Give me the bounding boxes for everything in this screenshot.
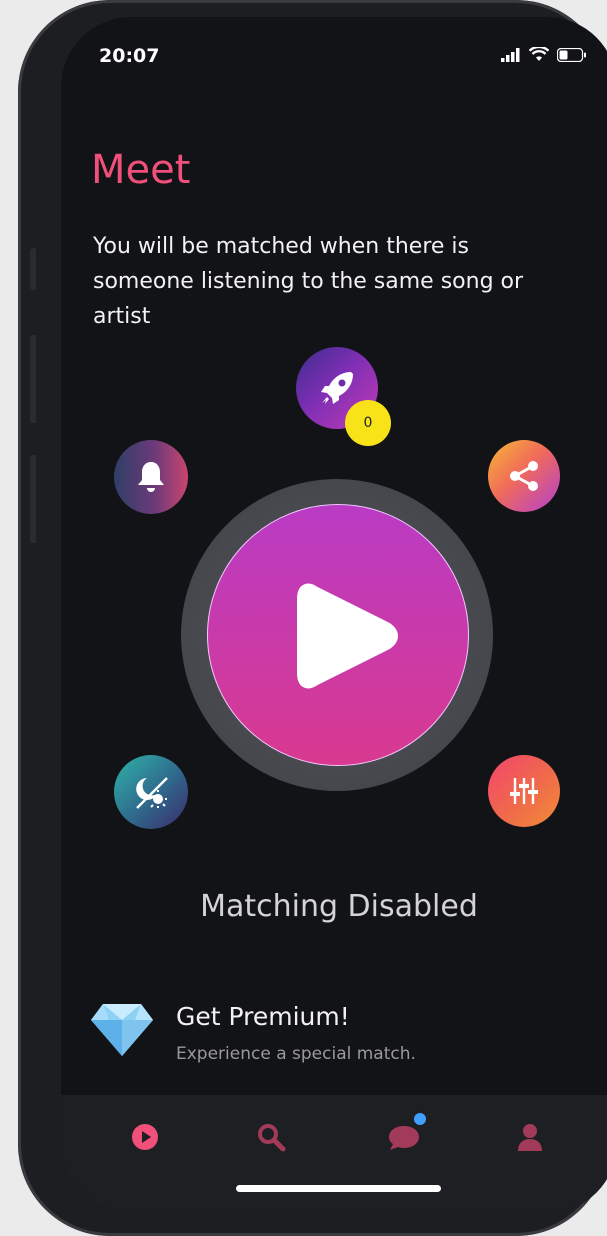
bell-icon [138,462,164,492]
cellular-signal-icon [501,47,520,62]
status-icons [501,47,587,62]
mute-switch [30,248,36,290]
notifications-button[interactable] [114,440,188,514]
volume-down-button [30,455,36,543]
search-icon [258,1124,286,1152]
matching-status-text: Matching Disabled [200,889,478,924]
diamond-icon [91,1004,153,1056]
tab-search[interactable] [249,1115,293,1159]
wifi-icon [529,47,549,61]
page-title: Meet [91,147,191,193]
tab-messages[interactable] [382,1111,428,1159]
premium-promo[interactable] [89,1002,155,1062]
sliders-icon [510,778,538,804]
messages-notification-dot [412,1111,428,1127]
tab-bar [61,1095,607,1213]
share-button[interactable] [488,440,560,512]
status-time: 20:07 [99,45,160,67]
battery-icon [557,47,586,62]
premium-title[interactable]: Get Premium! [176,1002,350,1031]
home-indicator [236,1185,441,1192]
page-subtitle: You will be matched when there is someon… [93,234,524,329]
share-icon [510,461,538,491]
night-mode-button[interactable] [114,755,188,829]
night-mode-icon [136,777,168,809]
start-matching-button[interactable] [207,504,469,766]
boost-count-badge: 0 [345,400,391,446]
volume-up-button [30,335,36,423]
rocket-icon [321,372,353,404]
filters-button[interactable] [488,755,560,827]
phone-frame: 20:07 Meet You will be matched when ther… [18,0,607,1236]
tab-matching[interactable] [123,1115,167,1159]
profile-icon [518,1124,542,1151]
app-screen: 20:07 Meet You will be matched when ther… [61,17,607,1213]
play-icon [297,583,398,689]
premium-subtitle: Experience a special match. [176,1044,416,1064]
tab-profile[interactable] [508,1115,552,1159]
play-circle-icon [132,1124,158,1150]
